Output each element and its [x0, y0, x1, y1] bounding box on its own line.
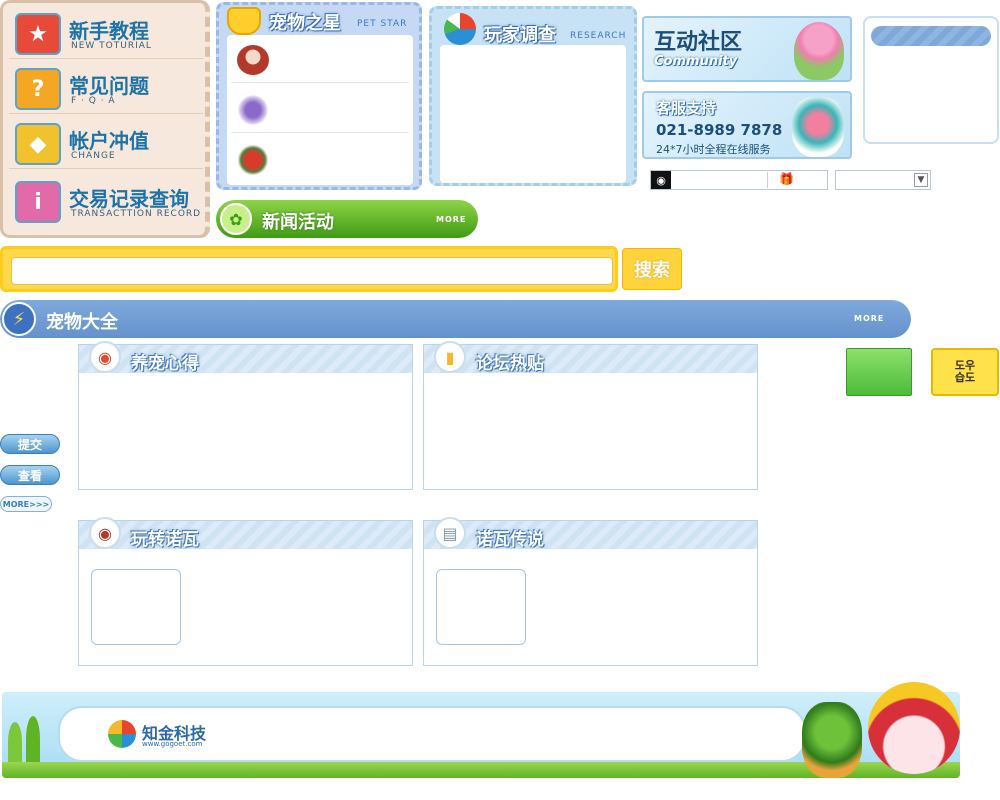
yellow-badge[interactable]: 도우 습도	[931, 348, 999, 396]
footer-content: 知金科技 www.gogoet.com	[58, 706, 806, 762]
research-content	[440, 45, 626, 183]
menu-item-subtitle: NEW TOTURIAL	[71, 41, 152, 51]
pet-encyclopedia-title: 宠物大全	[46, 312, 118, 333]
green-mascot-icon	[802, 702, 862, 778]
community-subtitle: Community	[654, 54, 738, 69]
mushroom-pet-icon	[237, 45, 269, 75]
pet-encyclopedia-bar[interactable]: ⚡ 宠物大全 MORE	[0, 300, 911, 338]
ladybug-mascot-icon	[868, 682, 960, 774]
support-hours: 24*7小时全程在线服务	[656, 143, 771, 156]
menu-item-title: 交易记录查询	[69, 187, 189, 211]
legend-panel: ▤ 诺瓦传说	[423, 517, 758, 666]
search-button[interactable]: 搜索	[622, 248, 682, 290]
crown-icon	[227, 7, 261, 35]
menu-item-title: 帐户冲值	[69, 129, 149, 153]
thumbnail[interactable]	[91, 569, 181, 645]
panel-title: 诺瓦传说	[476, 530, 544, 550]
community-banner[interactable]: 互动社区 Community	[642, 16, 852, 82]
panel-title: 玩转诺瓦	[131, 530, 199, 550]
footer-banner: 知金科技 www.gogoet.com	[2, 682, 960, 778]
thumbnail[interactable]	[436, 569, 526, 645]
panel-title: 论坛热贴	[476, 354, 544, 374]
research-title: 玩家调查	[484, 25, 556, 46]
gift-icon[interactable]: 🎁	[779, 172, 794, 186]
mascot-icon	[794, 22, 844, 80]
more-button[interactable]: MORE>>>	[0, 496, 52, 512]
green-badge[interactable]	[846, 348, 912, 396]
key-icon[interactable]: ◉	[651, 171, 671, 189]
forum-icon: ▮	[434, 341, 466, 373]
pie-chart-icon	[444, 13, 476, 45]
pet-star-item[interactable]	[231, 137, 409, 183]
pet-star-list	[227, 35, 413, 185]
encyclopedia-more-link[interactable]: MORE	[854, 314, 884, 323]
menu-item-title: 常见问题	[69, 74, 149, 98]
gold-ingot-icon: ◆	[15, 123, 61, 165]
community-title: 互动社区	[654, 30, 743, 55]
view-button[interactable]: 查看	[0, 465, 60, 485]
menu-item-recharge[interactable]: ◆ 帐户冲值 CHANGE	[9, 117, 203, 169]
leaf-decoration	[8, 722, 22, 762]
submit-button[interactable]: 提交	[0, 434, 60, 454]
panel-header	[79, 345, 412, 373]
menu-item-subtitle: CHANGE	[71, 151, 116, 161]
menu-item-faq[interactable]: ? 常见问题 F · Q · A	[9, 62, 203, 114]
menu-item-subtitle: F · Q · A	[71, 96, 116, 106]
news-title: 新闻活动	[262, 212, 334, 233]
login-panel-header	[871, 26, 991, 46]
support-title: 客服支持	[656, 99, 717, 117]
news-more-link[interactable]: MORE	[436, 215, 466, 224]
question-icon: ?	[15, 68, 61, 110]
pet-star-subtitle: PET STAR	[357, 19, 408, 29]
bug-pet-icon	[237, 145, 269, 175]
research-panel: 玩家调查 RESEARCH	[429, 6, 637, 186]
panel-header	[424, 345, 757, 373]
pet-star-item[interactable]	[231, 37, 409, 83]
support-phone: 021-8989 7878	[656, 121, 783, 139]
panel-header	[424, 521, 757, 549]
menu-item-tutorial[interactable]: ★ 新手教程 NEW TOTURIAL	[9, 7, 203, 59]
play-guide-icon: ◉	[89, 517, 121, 549]
pet-care-icon: ◉	[89, 341, 121, 373]
research-subtitle: RESEARCH	[570, 31, 627, 41]
bat-pet-icon	[237, 95, 269, 125]
left-menu: ★ 新手教程 NEW TOTURIAL ? 常见问题 F · Q · A ◆ 帐…	[0, 0, 210, 238]
panel-title: 养宠心得	[131, 354, 199, 374]
news-activity-bar[interactable]: ✿ 新闻活动 MORE	[216, 200, 478, 238]
mascot-icon	[792, 97, 844, 157]
pet-star-item[interactable]	[231, 87, 409, 133]
play-guide-panel: ◉ 玩转诺瓦	[78, 517, 413, 666]
record-search-icon: i	[15, 181, 61, 223]
lightning-icon: ⚡	[2, 302, 36, 336]
divider	[767, 172, 768, 188]
support-banner[interactable]: 客服支持 021-8989 7878 24*7小时全程在线服务	[642, 91, 852, 159]
panel-header	[79, 521, 412, 549]
menu-item-subtitle: TRANSACTTION RECORD	[71, 209, 202, 219]
legend-icon: ▤	[434, 517, 466, 549]
pet-star-panel: 宠物之星 PET STAR	[216, 2, 422, 190]
toolbar-strip: ◉ 🎁	[650, 170, 828, 190]
tutorial-icon: ★	[15, 13, 61, 55]
sprout-icon: ✿	[220, 203, 252, 235]
chevron-down-icon: ▼	[914, 173, 928, 187]
company-url[interactable]: www.gogoet.com	[142, 740, 202, 748]
leaf-decoration	[26, 716, 40, 762]
company-logo-icon	[108, 720, 136, 748]
pet-care-panel: ◉ 养宠心得	[78, 341, 413, 490]
menu-item-transaction-record[interactable]: i 交易记录查询 TRANSACTTION RECORD	[9, 175, 203, 227]
search-input[interactable]	[11, 257, 613, 285]
search-box	[0, 246, 618, 292]
server-select[interactable]: ▼	[835, 170, 931, 190]
login-panel	[863, 16, 999, 144]
forum-panel: ▮ 论坛热贴	[423, 341, 758, 490]
pet-star-title: 宠物之星	[269, 13, 341, 34]
menu-item-title: 新手教程	[69, 19, 149, 43]
